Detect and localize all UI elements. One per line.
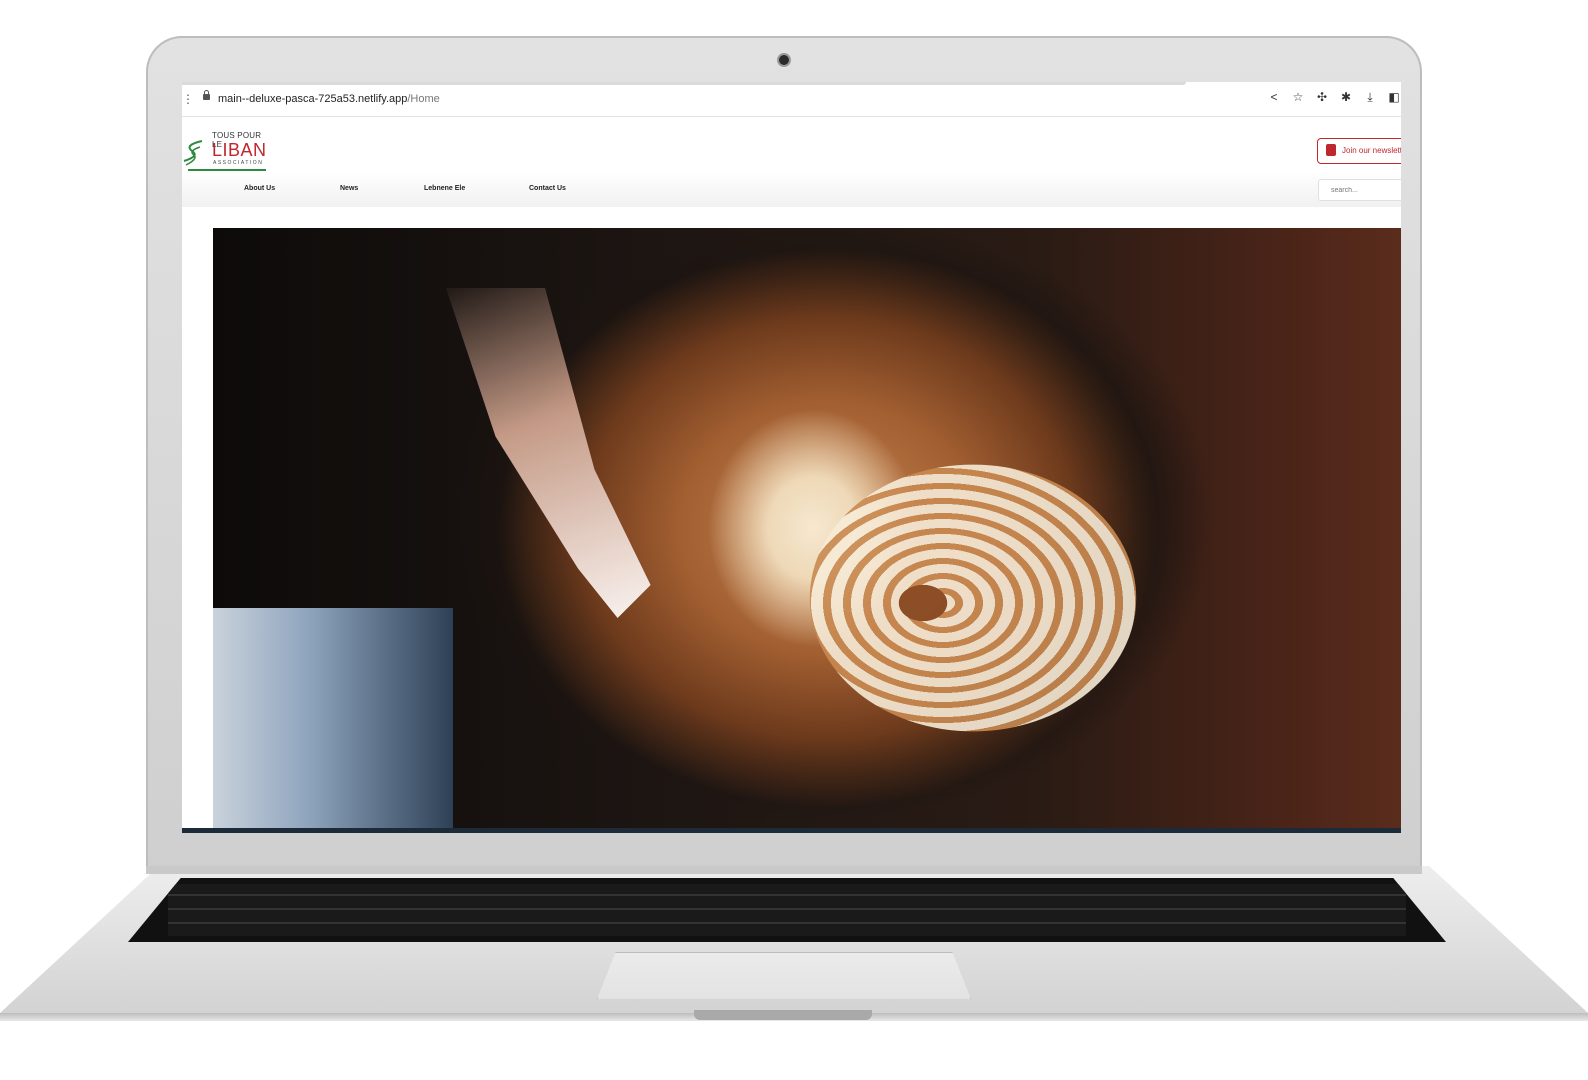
extensions-icon[interactable]: ✱ (1339, 90, 1353, 105)
overflow-icon[interactable]: ⋮ (182, 92, 194, 106)
hero-image-latte (213, 228, 1401, 830)
laptop-notch (694, 1010, 872, 1020)
browser-toolbar: < ☆ ✣ ✱ ⤓ ◧ (1267, 90, 1401, 105)
os-taskbar (182, 828, 1401, 833)
site-logo[interactable]: TOUS POUR LE LIBAN ASSOCIATION (182, 131, 272, 175)
nav-news[interactable]: News (340, 185, 358, 192)
laptop-base (0, 866, 1588, 1026)
tab-strip-edge (182, 82, 1186, 85)
nav-lebnene-ele[interactable]: Lebnene Ele (424, 185, 465, 192)
move-icon[interactable]: ✣ (1315, 90, 1329, 105)
share-icon[interactable]: < (1267, 90, 1281, 105)
blue-pitcher (213, 608, 453, 830)
logo-line2: LIBAN (212, 140, 267, 160)
webcam (779, 55, 789, 65)
nav-about-us[interactable]: About Us (244, 185, 275, 192)
keyboard (128, 878, 1446, 942)
lock-icon[interactable] (203, 90, 210, 100)
mail-icon (1326, 144, 1336, 156)
url-path: /Home (407, 93, 440, 105)
milk-pour (446, 288, 651, 618)
logo-line3: ASSOCIATION (213, 160, 264, 166)
url-host: main--deluxe-pasca-725a53.netlify.app (218, 93, 408, 105)
laptop-hinge (146, 866, 1422, 874)
search-input[interactable] (1318, 179, 1401, 201)
keyboard-keys (168, 884, 1406, 936)
logo-swoosh-icon (183, 140, 203, 166)
newsletter-button[interactable]: Join our newslett (1317, 138, 1401, 164)
nav-contact-us[interactable]: Contact Us (529, 185, 566, 192)
star-icon[interactable]: ☆ (1291, 90, 1305, 105)
url-text[interactable]: main--deluxe-pasca-725a53.netlify.app/Ho… (218, 93, 440, 105)
browser-address-bar[interactable]: ⋮ main--deluxe-pasca-725a53.netlify.app/… (182, 82, 1401, 117)
newsletter-label: Join our newslett (1342, 146, 1401, 155)
main-nav: About Us News Lebnene Ele Contact Us (182, 171, 1401, 207)
latte-art (809, 464, 1137, 732)
sidebar-icon[interactable]: ◧ (1387, 90, 1401, 105)
trackpad (597, 952, 971, 999)
download-icon[interactable]: ⤓ (1363, 90, 1377, 105)
laptop-screen: ⋮ main--deluxe-pasca-725a53.netlify.app/… (182, 82, 1401, 833)
site-header: TOUS POUR LE LIBAN ASSOCIATION Join our … (182, 117, 1401, 207)
